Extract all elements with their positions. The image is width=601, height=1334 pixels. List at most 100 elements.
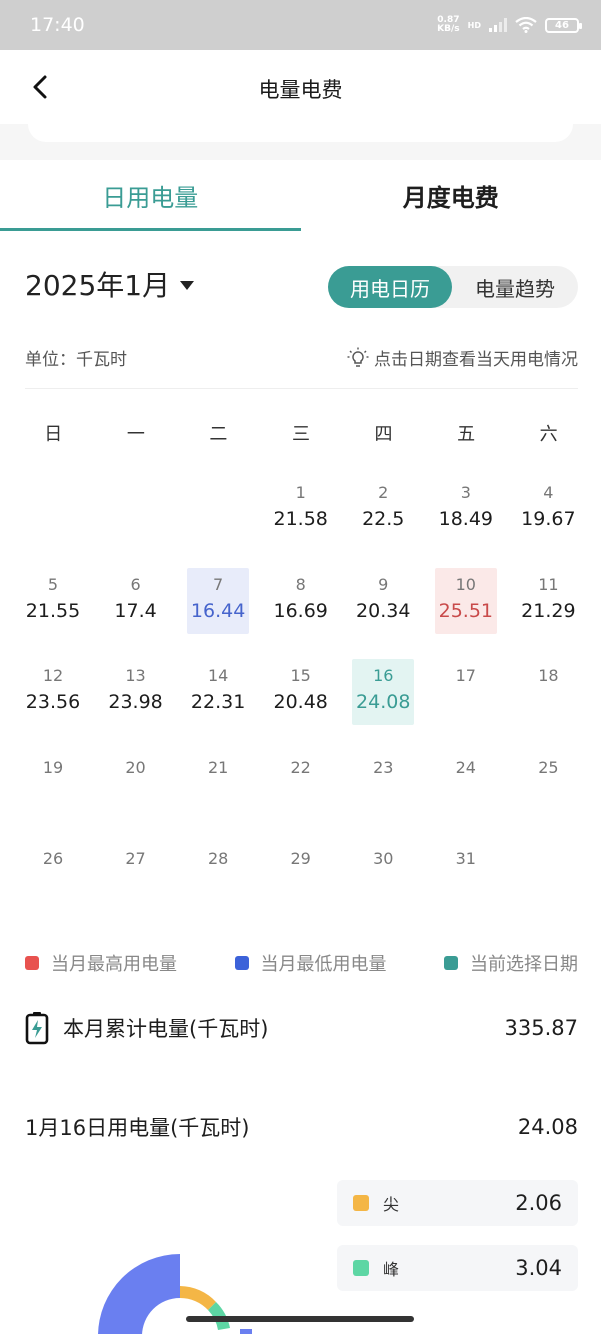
month-picker[interactable]: 2025年1月	[25, 264, 195, 304]
calendar-day-18[interactable]: 18	[507, 653, 590, 745]
tier-value: 2.06	[515, 1191, 562, 1215]
calendar-day-box: 14 22.31	[187, 659, 249, 725]
calendar-day-usage: 19.67	[521, 508, 576, 530]
calendar-day-29[interactable]: 29	[260, 836, 343, 928]
calendar-day-box: 23	[352, 751, 414, 817]
calendar-day-usage: 22.5	[362, 508, 405, 530]
calendar-day-number: 10	[455, 574, 476, 594]
tier-row-peak: 峰 3.04	[337, 1245, 578, 1291]
calendar-day-box: 5 21.55	[22, 568, 84, 634]
calendar-day-25[interactable]: 25	[507, 745, 590, 837]
calendar-day-24[interactable]: 24	[425, 745, 508, 837]
hint: 点击日期查看当天用电情况	[347, 345, 578, 370]
calendar-day-box: 24	[435, 751, 497, 817]
calendar-day-30[interactable]: 30	[342, 836, 425, 928]
calendar-day-22[interactable]: 22	[260, 745, 343, 837]
caret-down-icon	[180, 280, 195, 290]
calendar-day-box: 30	[352, 842, 414, 908]
daily-usage-label: 1月16日用电量(千瓦时)	[25, 1116, 250, 1140]
calendar-day-12[interactable]: 12 23.56	[12, 653, 95, 745]
calendar-day-number: 15	[290, 666, 311, 685]
monthly-total-row: 本月累计电量(千瓦时) 335.87	[25, 1010, 578, 1046]
calendar-day-21[interactable]: 21	[177, 745, 260, 837]
calendar-day-usage: 23.98	[108, 691, 163, 713]
calendar-week: 5 21.55 6 17.4 7 16.44 8 16.69 9 20.34 10 25.51 11 21…	[12, 562, 590, 654]
calendar-day-number: 8	[295, 574, 306, 594]
calendar-day-16[interactable]: 16 24.08	[342, 653, 425, 745]
battery-icon: 46	[545, 17, 582, 33]
calendar-view-button[interactable]: 用电日历	[328, 266, 452, 308]
hd-badge: HD	[467, 20, 481, 30]
calendar-day-box: 2 22.5	[352, 476, 414, 542]
calendar-day-box: 3 18.49	[435, 476, 497, 542]
month-row: 2025年1月 用电日历 电量趋势	[25, 264, 578, 310]
calendar-day-3[interactable]: 3 18.49	[425, 470, 508, 562]
calendar-day-box: 16 24.08	[352, 659, 415, 725]
legend-label: 当月最高用电量	[51, 954, 177, 975]
calendar-day-7[interactable]: 7 16.44	[177, 562, 260, 654]
calendar-day-20[interactable]: 20	[95, 745, 178, 837]
tier-swatch	[353, 1260, 369, 1276]
calendar-day-box: 20	[105, 751, 167, 817]
calendar-day-box: 15 20.48	[270, 659, 332, 725]
calendar-day-4[interactable]: 4 19.67	[507, 470, 590, 562]
calendar-day-2[interactable]: 2 22.5	[342, 470, 425, 562]
calendar-empty-cell	[507, 836, 590, 928]
calendar-day-box: 17	[435, 659, 497, 725]
monthly-total-label: 本月累计电量(千瓦时)	[63, 1017, 269, 1041]
calendar-day-number: 19	[42, 757, 64, 777]
calendar-day-box: 22	[270, 751, 332, 817]
calendar-day-1[interactable]: 1 21.58	[260, 470, 343, 562]
calendar-day-box: 27	[105, 842, 167, 908]
month-label: 2025年1月	[25, 269, 171, 302]
calendar-day-26[interactable]: 26	[12, 836, 95, 928]
calendar-day-15[interactable]: 15 20.48	[260, 653, 343, 745]
calendar-day-box: 29	[270, 842, 332, 908]
calendar-day-box: 21	[187, 751, 249, 817]
calendar-day-number: 18	[538, 666, 559, 685]
tier-row-peak-sharp: 尖 2.06	[337, 1180, 578, 1226]
legend-swatch-selected	[444, 956, 458, 970]
legend-item-highest: 当月最高用电量	[25, 950, 177, 976]
calendar-day-6[interactable]: 6 17.4	[95, 562, 178, 654]
calendar-day-23[interactable]: 23	[342, 745, 425, 837]
weekday-label: 四	[374, 424, 393, 445]
calendar-day-number: 4	[543, 483, 554, 502]
calendar-day-19[interactable]: 19	[12, 745, 95, 837]
calendar-day-10[interactable]: 10 25.51	[425, 562, 508, 654]
calendar-day-8[interactable]: 8 16.69	[260, 562, 343, 654]
wifi-icon	[515, 17, 537, 33]
calendar-empty-cell	[95, 470, 178, 562]
tab-daily-usage[interactable]: 日用电量	[0, 160, 301, 232]
weekday-label: 六	[539, 424, 558, 445]
calendar-day-number: 5	[47, 574, 59, 594]
calendar-day-5[interactable]: 5 21.55	[12, 562, 95, 654]
calendar-day-9[interactable]: 9 20.34	[342, 562, 425, 654]
calendar-day-number: 2	[378, 483, 389, 502]
calendar-day-14[interactable]: 14 22.31	[177, 653, 260, 745]
calendar-day-number: 22	[290, 757, 311, 777]
calendar-empty-cell	[12, 470, 95, 562]
tab-monthly-fee[interactable]: 月度电费	[301, 160, 601, 232]
calendar-day-usage: 21.29	[521, 599, 576, 622]
calendar-day-27[interactable]: 27	[95, 836, 178, 928]
daily-usage-value: 24.08	[517, 1115, 578, 1139]
calendar-day-box	[517, 842, 579, 908]
home-indicator	[186, 1316, 414, 1322]
calendar-day-number: 20	[125, 757, 146, 777]
calendar-day-box: 19	[22, 751, 84, 817]
trend-view-button[interactable]: 电量趋势	[452, 266, 578, 308]
calendar-day-13[interactable]: 13 23.98	[95, 653, 178, 745]
weekday-label: 二	[209, 424, 228, 445]
calendar-day-box: 6 17.4	[105, 568, 167, 634]
calendar-day-17[interactable]: 17	[425, 653, 508, 745]
calendar-day-number: 30	[373, 849, 394, 868]
calendar-day-usage: 17.4	[114, 599, 157, 622]
calendar-day-31[interactable]: 31	[425, 836, 508, 928]
calendar-day-usage: 24.08	[356, 691, 411, 713]
calendar-day-11[interactable]: 11 21.29	[507, 562, 590, 654]
calendar-day-28[interactable]: 28	[177, 836, 260, 928]
calendar-day-box: 8 16.69	[270, 568, 332, 634]
calendar-day-number: 25	[538, 757, 559, 777]
calendar-day-box: 10 25.51	[434, 567, 497, 634]
